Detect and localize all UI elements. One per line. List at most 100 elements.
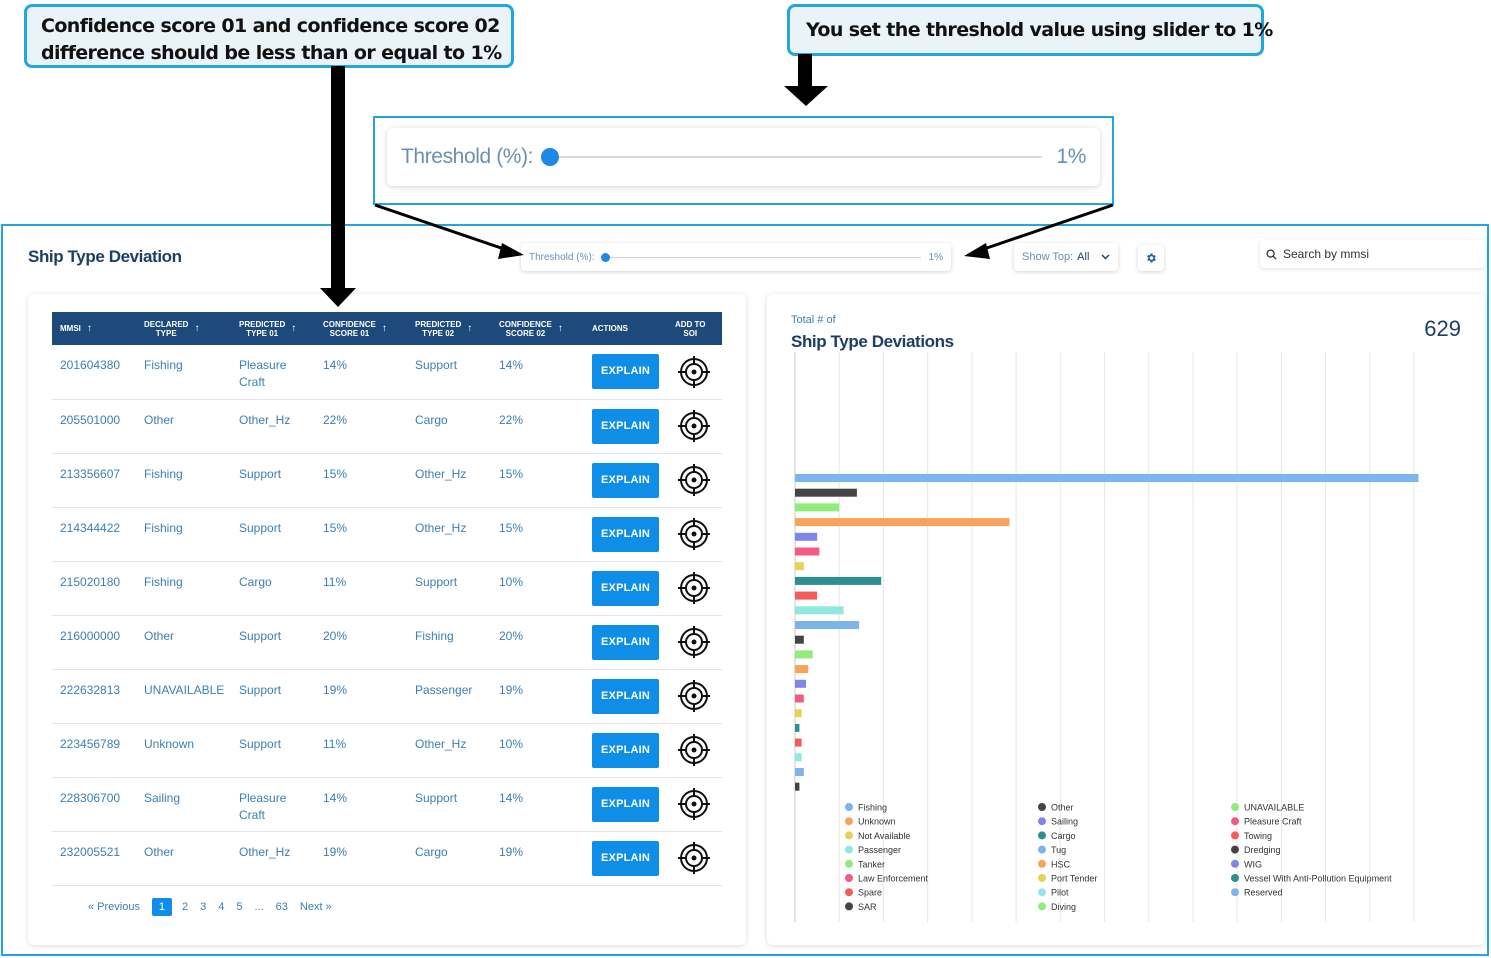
crosshair-target-icon[interactable] <box>677 625 711 659</box>
legend-label[interactable]: Tanker <box>858 859 885 869</box>
page-link-4[interactable]: 4 <box>218 901 224 913</box>
bar-vessel-with-anti-pollution-equipment[interactable] <box>795 723 800 732</box>
legend-marker[interactable] <box>1231 845 1239 854</box>
legend-marker[interactable] <box>1231 888 1239 897</box>
legend-marker[interactable] <box>845 803 853 811</box>
legend-label[interactable]: Not Available <box>858 831 910 841</box>
crosshair-target-icon[interactable] <box>677 679 711 713</box>
legend-marker[interactable] <box>845 888 853 897</box>
legend-label[interactable]: SAR <box>858 902 877 912</box>
crosshair-target-icon[interactable] <box>677 517 711 551</box>
column-header-0[interactable]: MMSI ↑ <box>52 312 136 345</box>
bar-port-tender[interactable] <box>795 709 802 718</box>
legend-label[interactable]: Sailing <box>1051 817 1078 827</box>
show-top-dropdown[interactable]: Show Top: All <box>1014 243 1118 271</box>
page-link-2[interactable]: 2 <box>182 901 188 913</box>
crosshair-target-icon[interactable] <box>677 733 711 767</box>
explain-button[interactable]: EXPLAIN <box>592 840 660 876</box>
bar-cargo[interactable] <box>795 576 882 585</box>
legend-marker[interactable] <box>1038 902 1046 911</box>
sort-arrow-up-icon[interactable]: ↑ <box>382 324 387 334</box>
legend-label[interactable]: Pilot <box>1051 888 1069 898</box>
bar-spare[interactable] <box>795 738 802 747</box>
page-link-3[interactable]: 3 <box>200 901 206 913</box>
bar-unknown[interactable] <box>795 518 1010 527</box>
crosshair-target-icon[interactable] <box>677 841 711 875</box>
legend-marker[interactable] <box>1038 831 1046 840</box>
explain-button[interactable]: EXPLAIN <box>592 408 660 444</box>
sort-arrow-up-icon[interactable]: ↑ <box>467 324 472 334</box>
legend-label[interactable]: Spare <box>858 888 882 898</box>
search-box[interactable] <box>1260 240 1486 268</box>
legend-marker[interactable] <box>845 902 853 911</box>
legend-marker[interactable] <box>1038 874 1046 882</box>
bar-towing[interactable] <box>795 591 818 600</box>
bar-tanker[interactable] <box>795 650 813 659</box>
explain-button[interactable]: EXPLAIN <box>592 354 660 390</box>
bar-not-available[interactable] <box>795 562 804 571</box>
bar-reserved[interactable] <box>795 768 804 776</box>
bar-fishing[interactable] <box>795 474 1419 482</box>
bar-pilot[interactable] <box>795 753 802 762</box>
crosshair-target-icon[interactable] <box>677 787 711 821</box>
bar-sailing[interactable] <box>795 532 818 541</box>
legend-label[interactable]: HSC <box>1051 859 1071 869</box>
legend-label[interactable]: Vessel With Anti-Pollution Equipment <box>1244 874 1392 884</box>
legend-marker[interactable] <box>1231 874 1239 882</box>
page-link-1[interactable]: 1 <box>151 898 172 916</box>
legend-marker[interactable] <box>1038 845 1046 854</box>
legend-label[interactable]: Other <box>1051 803 1074 813</box>
legend-label[interactable]: Port Tender <box>1051 874 1097 884</box>
explain-button[interactable]: EXPLAIN <box>592 678 660 714</box>
legend-marker[interactable] <box>1231 803 1239 811</box>
legend-marker[interactable] <box>845 874 853 882</box>
threshold-handle[interactable] <box>600 252 610 262</box>
legend-marker[interactable] <box>845 859 853 868</box>
legend-marker[interactable] <box>1038 859 1046 868</box>
crosshair-target-icon[interactable] <box>677 409 711 443</box>
crosshair-target-icon[interactable] <box>677 571 711 605</box>
legend-marker[interactable] <box>1231 859 1239 868</box>
bar-other[interactable] <box>795 488 857 497</box>
sort-arrow-up-icon[interactable]: ↑ <box>87 324 92 334</box>
legend-label[interactable]: Law Enforcement <box>858 874 929 884</box>
legend-label[interactable]: Passenger <box>858 845 901 855</box>
legend-label[interactable]: Fishing <box>858 803 887 813</box>
settings-button[interactable] <box>1138 245 1164 271</box>
legend-label[interactable]: Pleasure Craft <box>1244 817 1302 827</box>
legend-label[interactable]: Towing <box>1244 831 1272 841</box>
page-link-63[interactable]: 63 <box>276 901 288 913</box>
legend-label[interactable]: Dredging <box>1244 845 1281 855</box>
threshold-slider[interactable]: Threshold (%): 1% <box>521 243 951 271</box>
legend-label[interactable]: UNAVAILABLE <box>1244 803 1304 813</box>
explain-button[interactable]: EXPLAIN <box>592 516 660 552</box>
explain-button[interactable]: EXPLAIN <box>592 624 660 660</box>
column-header-5[interactable]: CONFIDENCE SCORE 02 ↑ <box>491 312 584 345</box>
legend-marker[interactable] <box>845 817 853 826</box>
legend-marker[interactable] <box>845 845 853 854</box>
column-header-1[interactable]: DECLARED TYPE ↑ <box>136 312 231 345</box>
next-page-link[interactable]: Next » <box>300 901 332 913</box>
threshold-track[interactable] <box>600 252 921 262</box>
crosshair-target-icon[interactable] <box>677 463 711 497</box>
previous-page-link[interactable]: « Previous <box>88 901 140 913</box>
legend-label[interactable]: Diving <box>1051 902 1076 912</box>
bar-tug[interactable] <box>795 621 860 629</box>
search-input[interactable] <box>1283 247 1473 261</box>
legend-marker[interactable] <box>1231 817 1239 826</box>
column-header-4[interactable]: PREDICTED TYPE 02 ↑ <box>407 312 491 345</box>
column-header-2[interactable]: PREDICTED TYPE 01 ↑ <box>231 312 315 345</box>
page-link-5[interactable]: 5 <box>236 901 242 913</box>
legend-label[interactable]: Unknown <box>858 817 896 827</box>
explain-button[interactable]: EXPLAIN <box>592 786 660 822</box>
bar-wig[interactable] <box>795 679 807 688</box>
explain-button[interactable]: EXPLAIN <box>592 732 660 768</box>
explain-button[interactable]: EXPLAIN <box>592 462 660 498</box>
bar-sar[interactable] <box>795 782 800 791</box>
bar-unavailable[interactable] <box>795 503 840 512</box>
bar-law-enforcement[interactable] <box>795 694 804 703</box>
legend-marker[interactable] <box>1231 831 1239 840</box>
sort-arrow-up-icon[interactable]: ↑ <box>194 324 199 334</box>
legend-label[interactable]: Tug <box>1051 845 1066 855</box>
legend-marker[interactable] <box>1038 888 1046 897</box>
